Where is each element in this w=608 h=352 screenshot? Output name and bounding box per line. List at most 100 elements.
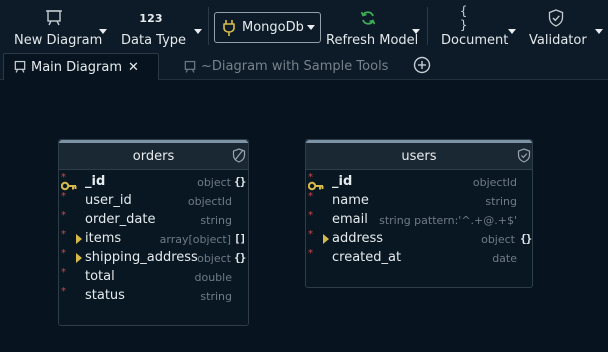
shield-icon [232,148,246,167]
main-toolbar: New Diagram 123 Data Type MongoDb Refres… [0,0,608,50]
shield-check-icon [517,148,531,167]
diagram-canvas[interactable]: orders * _id object{} * user_id objectId * orde… [0,81,608,352]
field-type: date [492,252,517,265]
field-name: shipping_address [85,250,198,265]
number-type-text: 123 [139,11,163,25]
entity-header[interactable]: users [306,143,532,170]
tab-label: Main Diagram [31,59,122,75]
entity-users[interactable]: users * _id objectId * name string * email strin… [305,139,533,288]
field-row[interactable]: * _id objectId [306,172,532,192]
field-row[interactable]: * email string pattern:'^.+@.+$' [306,210,532,230]
validator-label: Validator [529,33,587,48]
field-type: string [485,195,517,208]
toolbar-divider [427,7,428,45]
field-type: object [197,176,231,189]
field-type: object [481,233,515,246]
chevron-down-icon[interactable] [194,29,202,34]
field-row[interactable]: * shipping_address object{} [59,248,248,268]
new-diagram-label: New Diagram [14,33,103,48]
field-row[interactable]: * total double [59,267,248,287]
refresh-model-label: Refresh Model [326,33,419,48]
field-row[interactable]: * user_id objectId [59,191,248,211]
object-braces-icon: {} [234,175,246,188]
required-marker: * [61,229,66,240]
expand-icon[interactable] [76,234,82,244]
refresh-model-button[interactable]: Refresh Model [323,4,421,48]
required-marker: * [308,248,313,259]
required-marker: * [61,191,66,202]
field-type: array[object] [159,233,231,246]
tab-sample-tools[interactable]: ~Diagram with Sample Tools [174,53,394,80]
entity-orders[interactable]: orders * _id object{} * user_id objectId * orde… [58,139,249,326]
plus-circle-icon[interactable] [413,56,431,78]
field-type: object [197,252,231,265]
field-row[interactable]: * created_at date [306,248,532,268]
tab-main-diagram[interactable]: Main Diagram ✕ [3,53,159,80]
field-type: string [200,290,232,303]
tab-label: ~Diagram with Sample Tools [201,59,389,74]
field-type: string pattern:'^.+@.+$' [379,214,517,227]
chevron-down-icon[interactable] [508,29,516,34]
number-type-icon: 123 [136,8,166,28]
entity-name: orders [132,149,175,164]
close-icon[interactable]: ✕ [128,60,139,75]
field-name: order_date [85,212,156,227]
required-marker: * [61,286,66,297]
required-marker: * [308,229,313,240]
object-braces-icon: {} [520,232,532,245]
required-marker: * [61,267,66,278]
chevron-down-icon[interactable] [99,29,107,34]
data-type-button[interactable]: 123 Data Type [116,4,208,48]
chevron-down-icon [307,25,315,30]
braces-text: { } [460,4,471,32]
field-row[interactable]: * name string [306,191,532,211]
document-label: Document [441,33,509,48]
field-name: name [332,193,369,208]
field-row[interactable]: * address object {} [306,229,532,249]
field-name: address [332,231,384,246]
field-name: status [85,288,125,303]
field-name: user_id [85,193,132,208]
field-type: objectId [472,176,517,189]
field-name: items [85,231,122,246]
field-name: _id [332,174,353,189]
document-button[interactable]: { } Document [436,4,520,48]
field-row[interactable]: * status string [59,286,248,306]
field-type: double [194,271,233,284]
array-brackets-icon: [] [234,232,246,245]
validator-button[interactable]: Validator [524,4,608,48]
data-type-label: Data Type [121,33,187,48]
braces-icon: { } [460,4,486,32]
field-name: email [332,212,368,227]
field-row[interactable]: * items array[object][] [59,229,248,249]
field-row[interactable]: * order_date string [59,210,248,230]
required-marker: * [61,210,66,221]
chevron-down-icon[interactable] [412,29,420,34]
object-braces-icon: {} [234,251,246,264]
diagram-icon [183,60,197,74]
required-marker: * [61,248,66,259]
expand-icon[interactable] [323,234,329,244]
shield-check-icon [546,8,566,28]
field-type: objectId [187,195,232,208]
field-name: total [85,269,115,284]
refresh-icon [358,8,378,28]
diagram-icon [44,8,64,28]
field-type: string [200,214,232,227]
expand-icon[interactable] [76,253,82,263]
field-name: created_at [332,250,402,265]
chevron-down-icon[interactable] [595,29,603,34]
database-value: MongoDb [242,20,304,35]
diagram-tab-bar: Main Diagram ✕ ~Diagram with Sample Tool… [0,50,608,80]
entity-header[interactable]: orders [59,143,248,170]
plug-icon [222,19,236,41]
field-name: _id [85,174,106,189]
new-diagram-button[interactable]: New Diagram [6,4,110,48]
required-marker: * [308,210,313,221]
field-row[interactable]: * _id object{} [59,172,248,192]
database-select[interactable]: MongoDb [214,12,321,43]
required-marker: * [308,191,313,202]
diagram-icon [13,60,27,74]
entity-name: users [401,149,437,164]
toolbar-divider [208,7,209,45]
